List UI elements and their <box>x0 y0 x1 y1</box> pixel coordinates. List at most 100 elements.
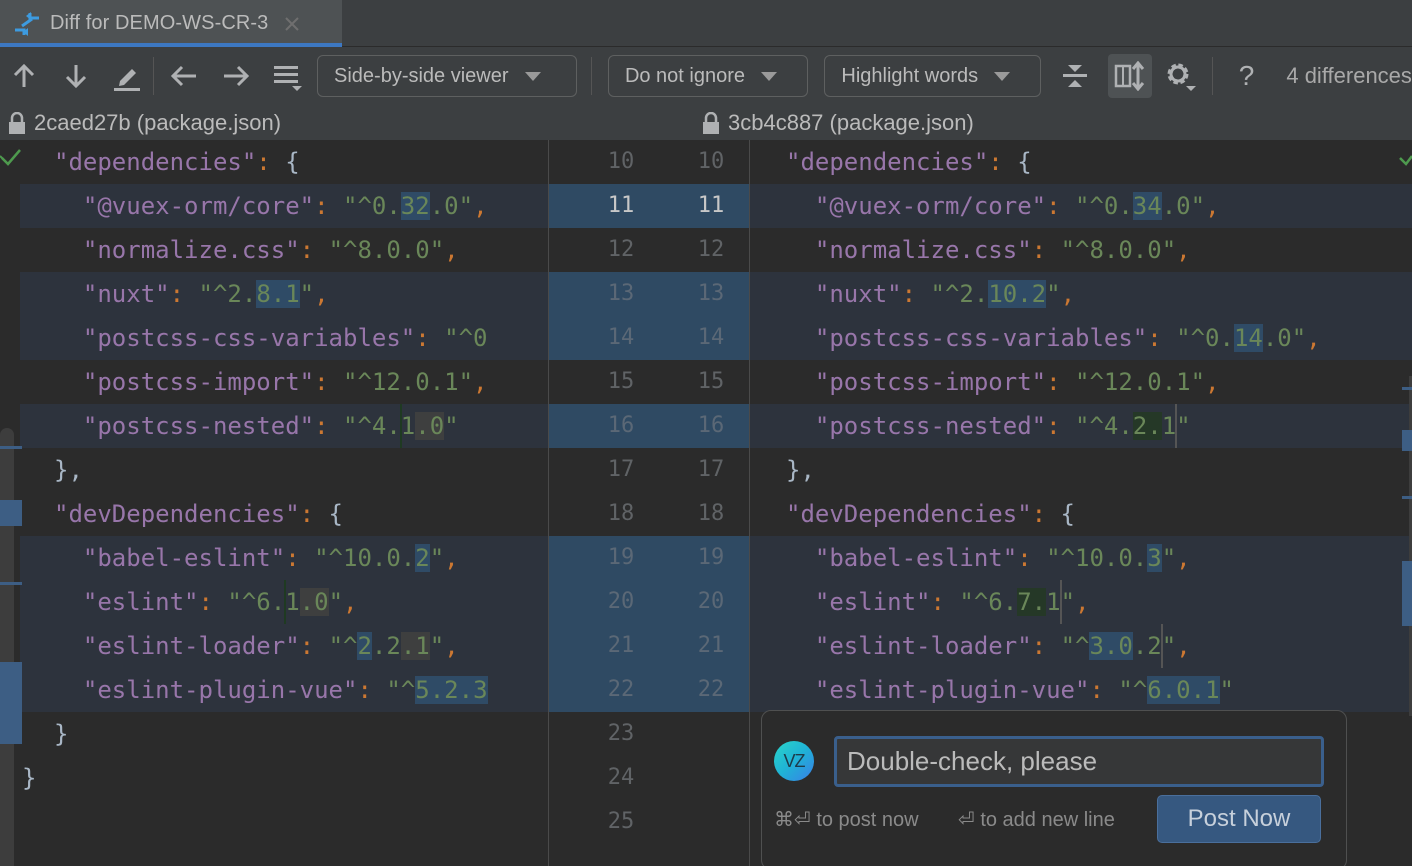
code-token: , <box>1205 368 1220 396</box>
code-line[interactable]: "postcss-nested": "^4.2.1" <box>750 404 1412 448</box>
code-token: "postcss-nested" <box>82 412 315 440</box>
code-token: : <box>1089 676 1104 704</box>
code-line[interactable]: "eslint-loader": "^2.2.1", <box>20 624 548 668</box>
code-line[interactable]: "eslint": "^6.7.1", <box>750 580 1412 624</box>
right-line-number: 16 <box>697 413 725 438</box>
code-token: : <box>1046 412 1061 440</box>
post-now-button[interactable]: Post Now <box>1157 795 1321 843</box>
close-icon[interactable] <box>282 14 302 34</box>
edit-source-button[interactable] <box>109 58 145 94</box>
code-line[interactable]: "nuxt": "^2.10.2", <box>750 272 1412 316</box>
code-line[interactable]: "postcss-css-variables": "^0.14.0", <box>750 316 1412 360</box>
sync-scroll-icon <box>1114 61 1145 91</box>
code-token: } <box>22 764 37 792</box>
left-editor[interactable]: "dependencies": { "@vuex-orm/core": "^0.… <box>0 140 548 866</box>
comment-input[interactable] <box>834 736 1324 787</box>
code-line[interactable]: "eslint": "^6.1.0", <box>20 580 548 624</box>
code-token: "eslint-plugin-vue" <box>814 676 1090 704</box>
code-token: .0" <box>429 192 474 220</box>
code-line[interactable]: "normalize.css": "^8.0.0", <box>750 228 1412 272</box>
line-number-row: 21 21 <box>549 624 749 668</box>
code-token: 1 <box>1046 588 1061 616</box>
previous-difference-button[interactable] <box>6 58 42 94</box>
left-scrollbar[interactable] <box>0 428 14 866</box>
code-token: , <box>1176 544 1191 572</box>
code-line[interactable]: } <box>0 712 548 756</box>
code-token: { <box>1046 500 1075 528</box>
code-token: "normalize.css" <box>814 236 1032 264</box>
code-token: .2 <box>1132 632 1162 660</box>
code-token: : <box>314 368 329 396</box>
code-line[interactable]: "babel-eslint": "^10.0.2", <box>20 536 548 580</box>
code-token: "^12.0.1" <box>343 368 474 396</box>
settings-button[interactable] <box>1162 58 1198 94</box>
ignore-mode-dropdown[interactable]: Do not ignore <box>607 55 809 97</box>
code-token: { <box>270 148 300 176</box>
code-line[interactable]: "dependencies": { <box>0 140 548 184</box>
line-number-row: 16 16 <box>549 404 749 448</box>
diff-icon <box>15 11 39 36</box>
code-line[interactable]: "@vuex-orm/core": "^0.32.0", <box>20 184 548 228</box>
code-token: 1 <box>1161 412 1177 440</box>
code-token: : <box>299 236 315 264</box>
next-file-button[interactable] <box>218 58 254 94</box>
code-line[interactable]: "devDependencies": { <box>750 492 1412 536</box>
changed-word: 10.2 <box>988 280 1047 308</box>
code-line[interactable]: "@vuex-orm/core": "^0.34.0", <box>750 184 1412 228</box>
sync-scroll-toggle[interactable] <box>1108 54 1153 98</box>
code-line[interactable]: "babel-eslint": "^10.0.3", <box>750 536 1412 580</box>
code-line[interactable]: "postcss-import": "^12.0.1", <box>750 360 1412 404</box>
code-token: "^0. <box>1176 324 1234 352</box>
code-line[interactable]: }, <box>750 448 1412 492</box>
code-line[interactable]: "normalize.css": "^8.0.0", <box>0 228 548 272</box>
code-line[interactable]: "eslint-plugin-vue": "^5.2.3 <box>20 668 548 712</box>
code-token: "^2. <box>198 280 257 308</box>
code-token: : <box>285 544 300 572</box>
lock-icon <box>703 111 719 134</box>
change-marker <box>0 500 22 526</box>
code-line[interactable]: "devDependencies": { <box>0 492 548 536</box>
collapse-unchanged-button[interactable] <box>1057 58 1093 94</box>
changed-word: 8.1 <box>256 280 300 308</box>
code-line[interactable]: "eslint-plugin-vue": "^6.0.1" <box>750 668 1412 712</box>
code-line[interactable]: "nuxt": "^2.8.1", <box>20 272 548 316</box>
code-token: "@vuex-orm/core" <box>82 192 315 220</box>
changed-word: .0 <box>415 412 445 440</box>
right-file-label: 3cb4c887 (package.json) <box>728 109 974 135</box>
right-line-number: 13 <box>697 281 725 306</box>
code-line[interactable]: }, <box>0 448 548 492</box>
code-line[interactable]: "eslint-loader": "^3.0.2", <box>750 624 1412 668</box>
left-line-number: 25 <box>607 809 635 834</box>
code-token: : <box>1031 500 1047 528</box>
code-line[interactable]: "postcss-nested": "^4.1.0" <box>20 404 548 448</box>
code-line[interactable]: "postcss-css-variables": "^0 <box>20 316 548 360</box>
code-token: , <box>444 632 459 660</box>
code-line[interactable]: "dependencies": { <box>750 140 1412 184</box>
left-line-number: 11 <box>607 193 635 218</box>
code-token: "babel-eslint" <box>814 544 1018 572</box>
viewer-mode-dropdown[interactable]: Side-by-side viewer <box>317 55 577 97</box>
right-line-number: 14 <box>697 325 725 350</box>
code-token: " <box>429 632 445 660</box>
code-token: "nuxt" <box>814 280 902 308</box>
code-token: " <box>328 588 344 616</box>
help-button[interactable]: ? <box>1229 58 1265 94</box>
highlight-mode-label: Highlight words <box>841 64 979 87</box>
next-difference-button[interactable] <box>58 58 94 94</box>
code-token: , <box>1176 632 1191 660</box>
code-line[interactable]: "postcss-import": "^12.0.1", <box>0 360 548 404</box>
code-line[interactable]: } <box>0 756 548 800</box>
previous-file-button[interactable] <box>166 58 202 94</box>
change-marker <box>1402 496 1412 499</box>
highlight-mode-dropdown[interactable]: Highlight words <box>824 55 1041 97</box>
code-token: .0" <box>1262 324 1307 352</box>
tab-diff[interactable]: Diff for DEMO-WS-CR-3 <box>0 0 342 47</box>
file-list-button[interactable] <box>269 58 305 94</box>
